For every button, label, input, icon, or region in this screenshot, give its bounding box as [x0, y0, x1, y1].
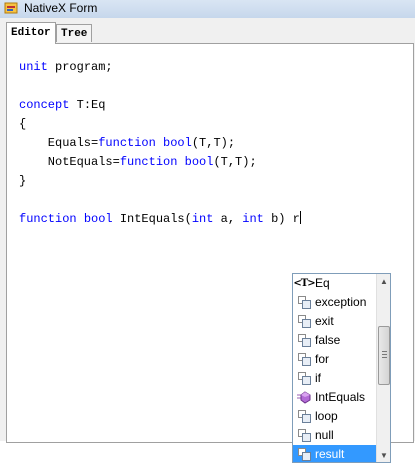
keyword-icon	[297, 448, 311, 461]
keyword-icon	[297, 315, 311, 328]
autocomplete-item[interactable]: result	[293, 445, 376, 462]
autocomplete-item-label: false	[315, 333, 341, 347]
autocomplete-list: <T> Eq exception exit false for if IntEquals loo…	[293, 274, 376, 462]
code-keyword: function	[19, 212, 77, 226]
code-line: }	[19, 172, 26, 191]
tab-tree[interactable]: Tree	[56, 24, 93, 42]
autocomplete-item-label: for	[315, 352, 330, 366]
code-keyword: unit	[19, 60, 48, 74]
autocomplete-item[interactable]: false	[293, 331, 376, 350]
code-text: a,	[213, 212, 243, 226]
scroll-down-button[interactable]: ▼	[377, 448, 390, 462]
autocomplete-item[interactable]: IntEquals	[293, 388, 376, 407]
autocomplete-item[interactable]: loop	[293, 407, 376, 426]
keyword-icon	[297, 429, 311, 442]
autocomplete-item-label: loop	[315, 409, 338, 423]
text-caret	[299, 211, 301, 224]
autocomplete-scrollbar[interactable]: ▲ ▼	[376, 274, 390, 462]
code-line: NotEquals=function bool(T,T);	[19, 153, 257, 172]
tab-strip: Editor Tree	[0, 18, 415, 44]
code-keyword: int	[191, 212, 214, 226]
app-icon	[4, 1, 18, 15]
editor-panel: unit program; concept T:Eq{ Equals=functi…	[6, 43, 414, 463]
keyword-icon	[297, 410, 311, 423]
scroll-thumb[interactable]	[378, 326, 390, 385]
code-keyword: bool	[83, 212, 113, 226]
app-window: NativeX Form Editor Tree unit program; co…	[0, 0, 415, 463]
code-text: (T,T);	[191, 136, 236, 150]
code-text: b) r	[263, 212, 300, 226]
function-member-icon	[297, 391, 311, 404]
code-keyword: concept	[19, 98, 70, 112]
autocomplete-item-label: exit	[315, 314, 334, 328]
code-text: Equals=	[19, 136, 99, 150]
code-keyword: bool	[184, 155, 214, 169]
code-text: {	[19, 117, 27, 131]
code-text: T:Eq	[69, 98, 106, 112]
type-concept-icon: <T>	[293, 278, 315, 289]
keyword-icon	[297, 296, 311, 309]
keyword-icon	[297, 334, 311, 347]
autocomplete-item-label: null	[315, 428, 334, 442]
code-text: program;	[47, 60, 113, 74]
keyword-icon	[297, 372, 311, 385]
autocomplete-item-label: result	[315, 447, 345, 461]
autocomplete-item[interactable]: <T> Eq	[293, 274, 376, 293]
code-text: (T,T);	[213, 155, 257, 169]
autocomplete-item-label: IntEquals	[315, 390, 366, 404]
autocomplete-item-label: exception	[315, 295, 367, 309]
code-text: NotEquals=	[19, 155, 120, 169]
tab-editor[interactable]: Editor	[6, 22, 56, 44]
code-keyword: function	[98, 136, 156, 150]
code-line: concept T:Eq	[19, 96, 105, 115]
code-text: }	[19, 174, 27, 188]
autocomplete-item[interactable]: exit	[293, 312, 376, 331]
code-keyword: function	[119, 155, 178, 169]
code-keyword: int	[242, 212, 264, 226]
autocomplete-item[interactable]: null	[293, 426, 376, 445]
code-line: {	[19, 115, 26, 134]
autocomplete-popup: <T> Eq exception exit false for if IntEquals loo…	[292, 273, 391, 463]
code-line: unit program;	[19, 58, 113, 77]
autocomplete-item[interactable]: for	[293, 350, 376, 369]
autocomplete-item-label: Eq	[315, 276, 330, 290]
code-keyword: bool	[163, 136, 192, 150]
autocomplete-item[interactable]: if	[293, 369, 376, 388]
window-title: NativeX Form	[24, 1, 98, 15]
code-text: IntEquals(	[112, 212, 192, 226]
keyword-icon	[297, 353, 311, 366]
title-bar: NativeX Form	[0, 0, 415, 19]
code-line: function bool IntEquals(int a, int b) r	[19, 210, 301, 229]
code-line: Equals=function bool(T,T);	[19, 134, 235, 153]
autocomplete-item[interactable]: exception	[293, 293, 376, 312]
scroll-up-button[interactable]: ▲	[377, 274, 390, 288]
autocomplete-item-label: if	[315, 371, 321, 385]
